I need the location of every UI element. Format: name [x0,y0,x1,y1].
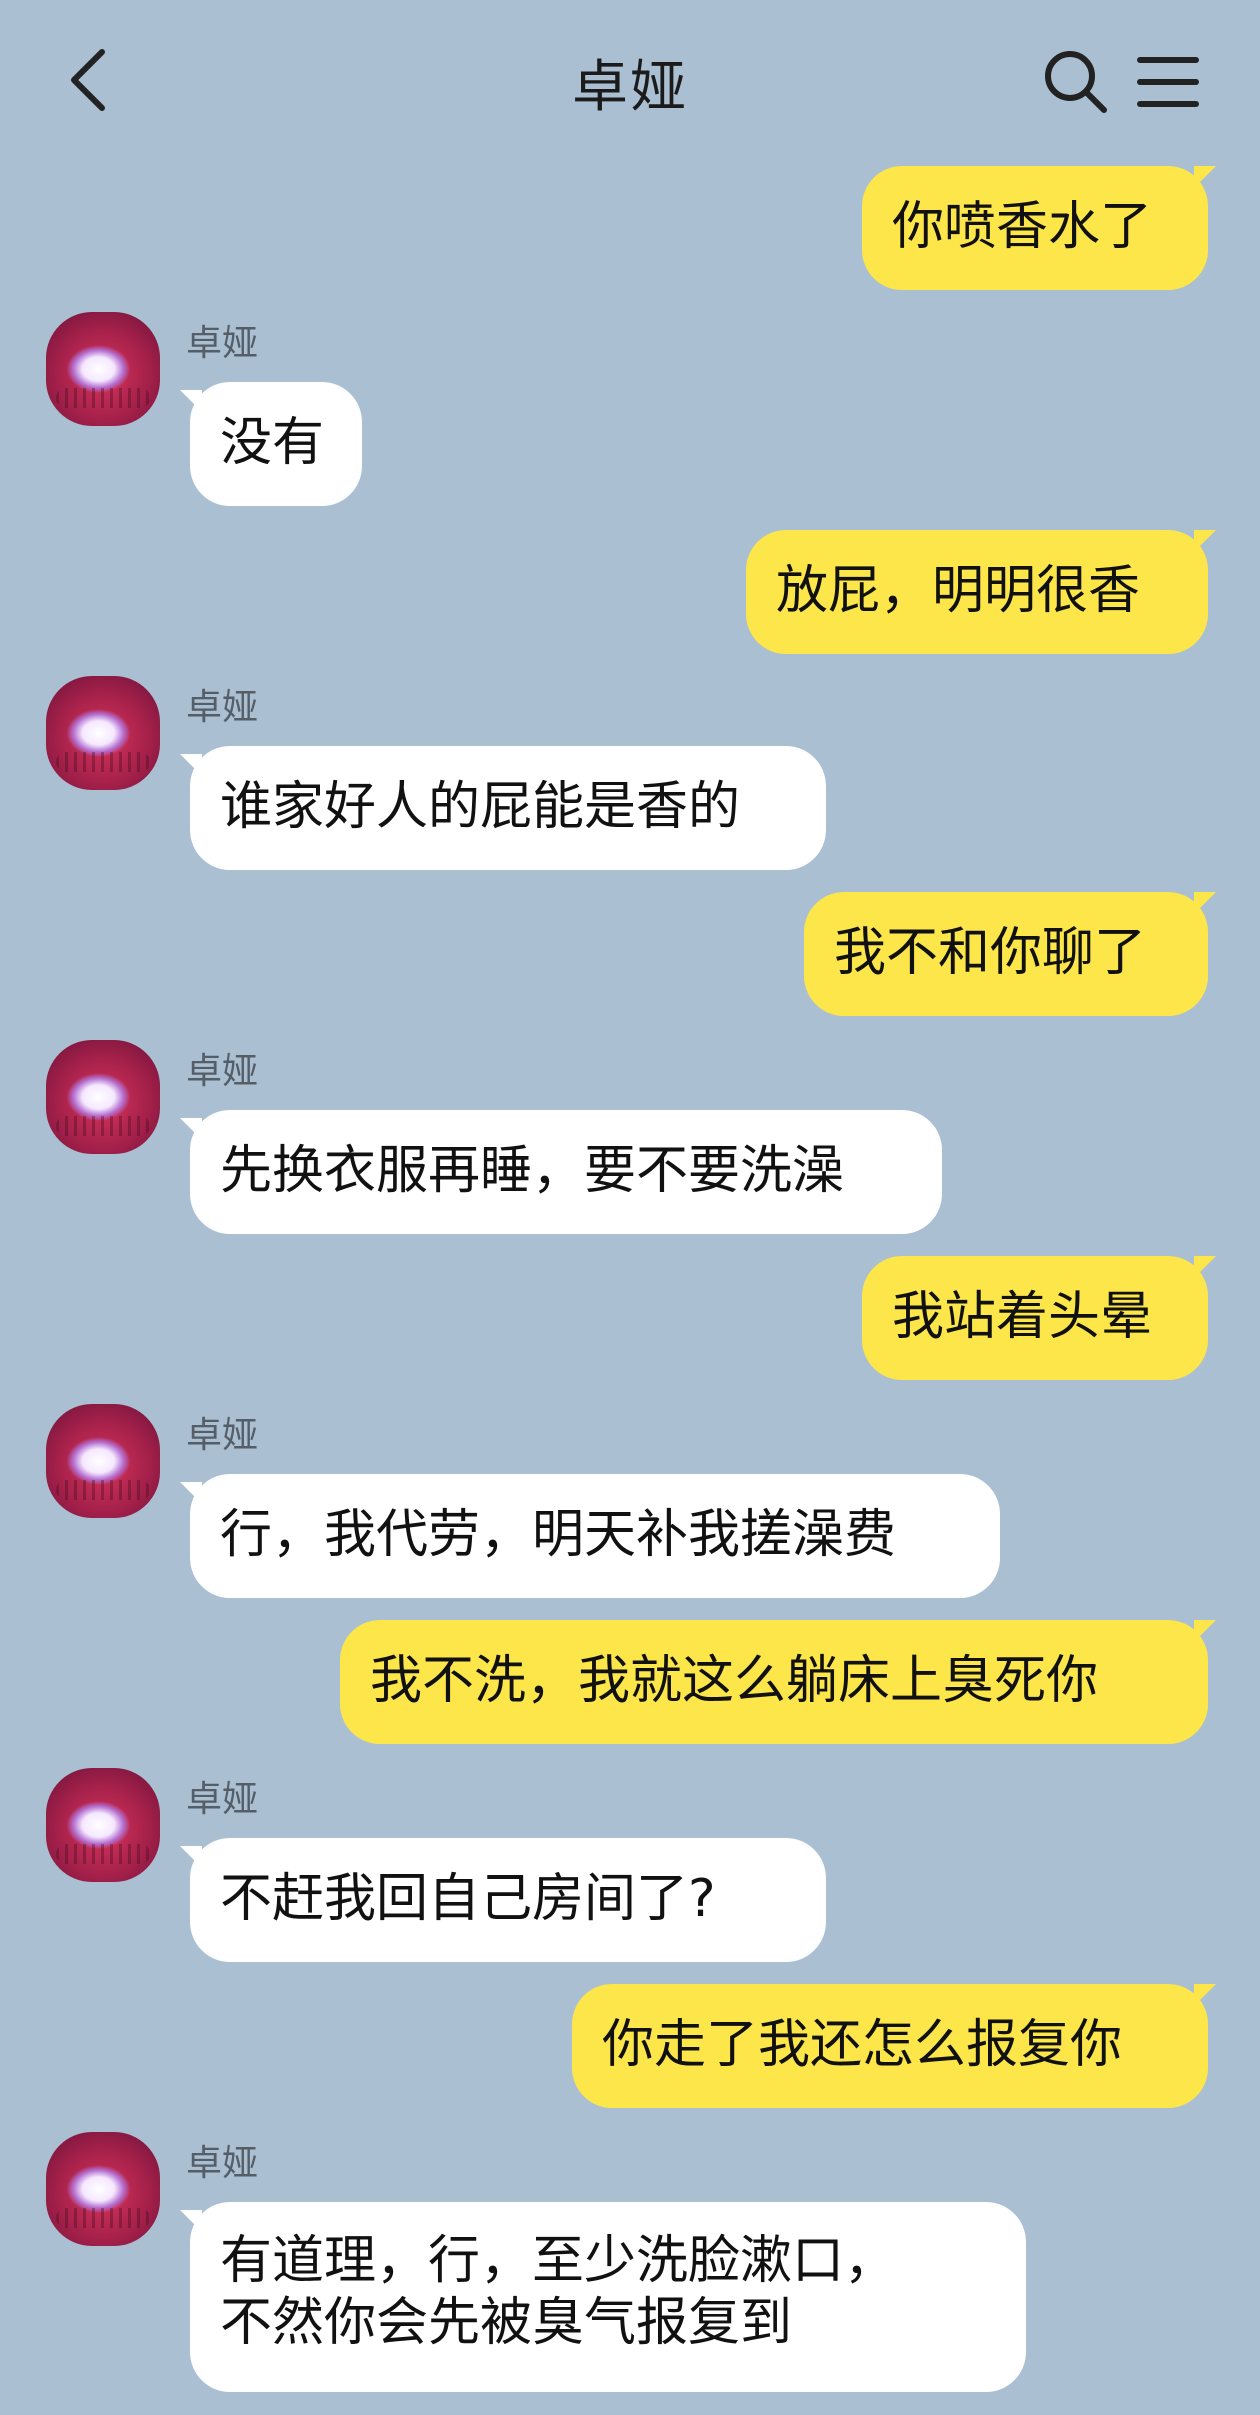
sender-name: 卓娅 [186,1779,259,1820]
contact-avatar[interactable] [46,1768,160,1882]
my-message-bubble[interactable]: 我不和你聊了 [804,892,1208,1016]
message-text: 我站着头晕 [892,1287,1153,1347]
message-text-line: 不然你会先被臭气报复到 [220,2293,793,2353]
my-message-bubble[interactable]: 我不洗，我就这么躺床上臭死你 [340,1620,1208,1744]
my-message-bubble[interactable]: 放屁，明明很香 [746,530,1208,654]
message-text: 先换衣服再睡，要不要洗澡 [220,1141,845,1201]
sender-name: 卓娅 [186,323,259,364]
message-text: 你走了我还怎么报复你 [602,2015,1123,2075]
contact-message-bubble[interactable]: 行，我代劳，明天补我搓澡费 [180,1474,1000,1598]
message-text: 行，我代劳，明天补我搓澡费 [220,1505,897,1565]
sender-name: 卓娅 [186,687,259,728]
message-text: 放屁，明明很香 [776,561,1141,621]
contact-message-bubble[interactable]: 谁家好人的屁能是香的 [180,746,826,870]
message-text: 不赶我回自己房间了? [220,1869,716,1929]
contact-avatar[interactable] [46,312,160,426]
contact-avatar[interactable] [46,676,160,790]
sender-name: 卓娅 [186,2143,259,2184]
contact-message-bubble[interactable]: 没有 [180,382,362,506]
contact-message-bubble[interactable]: 有道理，行，至少洗脸漱口， 不然你会先被臭气报复到 [180,2202,1026,2392]
contact-avatar[interactable] [46,1040,160,1154]
sender-name: 卓娅 [186,1051,259,1092]
message-list: 你喷香水了 卓娅 没有 放屁，明明很香 卓娅 谁家好人的屁能是香的 我不和你聊了… [0,0,1260,2415]
message-text: 没有 [220,413,325,473]
contact-message-bubble[interactable]: 不赶我回自己房间了? [180,1838,826,1962]
sender-name: 卓娅 [186,1415,259,1456]
message-text: 我不洗，我就这么躺床上臭死你 [370,1651,1099,1711]
contact-avatar[interactable] [46,2132,160,2246]
message-text-line: 有道理，行，至少洗脸漱口， [220,2231,897,2291]
contact-avatar[interactable] [46,1404,160,1518]
message-text: 我不和你聊了 [834,923,1147,983]
my-message-bubble[interactable]: 你走了我还怎么报复你 [572,1984,1208,2108]
message-text: 谁家好人的屁能是香的 [220,777,741,837]
contact-message-bubble[interactable]: 先换衣服再睡，要不要洗澡 [180,1110,942,1234]
my-message-bubble[interactable]: 我站着头晕 [862,1256,1208,1380]
message-text: 你喷香水了 [892,197,1153,257]
my-message-bubble[interactable]: 你喷香水了 [862,166,1208,290]
